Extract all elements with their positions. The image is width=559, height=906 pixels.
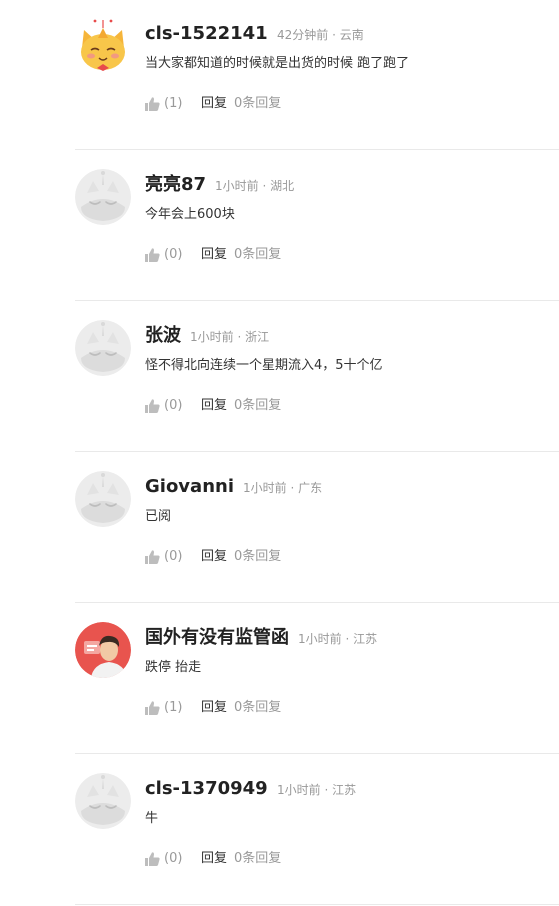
comment-time: 1小时前 [190, 330, 234, 344]
comment-item: 亮亮87 1小时前 · 湖北今年会上600块 (0) 回复 0条回复 [0, 151, 559, 302]
reply-count[interactable]: 0条回复 [234, 396, 281, 416]
comment-location: 湖北 [270, 179, 295, 193]
like-count: (0) [164, 398, 183, 413]
like-count: (0) [164, 549, 183, 564]
comment-content: 怪不得北向连续一个星期流入4，5十个亿 [145, 358, 383, 373]
meta-separator: · [328, 28, 340, 42]
comment-location: 云南 [339, 28, 364, 42]
comment-time: 1小时前 [243, 481, 287, 495]
comment-item: cls-1370949 1小时前 · 江苏牛 (0) 回复 0条回复 [0, 755, 559, 906]
default-avatar-icon [75, 169, 131, 225]
photo-avatar-icon [75, 622, 131, 678]
comment-meta: 1小时前 · 湖北 [215, 178, 294, 194]
thumbs-up-icon [145, 399, 160, 413]
cat-avatar-icon [75, 18, 131, 74]
reply-button[interactable]: 回复 [201, 245, 227, 265]
thumbs-up-icon [145, 97, 160, 111]
comment-time: 42分钟前 [277, 28, 329, 42]
like-count: (0) [164, 247, 183, 262]
divider [75, 300, 559, 301]
avatar[interactable] [75, 169, 131, 225]
comment-content: 今年会上600块 [145, 207, 235, 222]
username[interactable]: 国外有没有监管函 [145, 625, 289, 651]
meta-separator: · [233, 330, 246, 344]
comment-content: 已阅 [145, 509, 172, 524]
comment-item: 张波 1小时前 · 浙江怪不得北向连续一个星期流入4，5十个亿 (0) 回复 0条回复 [0, 302, 559, 453]
thumbs-up-icon [145, 852, 160, 866]
comment-meta: 1小时前 · 江苏 [298, 631, 377, 647]
thumbs-up-icon [145, 701, 160, 715]
meta-separator: · [286, 481, 299, 495]
comment-location: 广东 [298, 481, 323, 495]
reply-button[interactable]: 回复 [201, 698, 227, 718]
comment-item: cls-1522141 42分钟前 · 云南当大家都知道的时候就是出货的时候 跑了… [0, 0, 559, 151]
username[interactable]: Giovanni [145, 474, 234, 500]
comment-item: 国外有没有监管函 1小时前 · 江苏跌停 抬走 (1) 回复 0条回复 [0, 604, 559, 755]
comment-time: 1小时前 [215, 179, 259, 193]
comment-time: 1小时前 [277, 783, 321, 797]
avatar[interactable] [75, 18, 131, 74]
meta-separator: · [320, 783, 333, 797]
comment-time: 1小时前 [298, 632, 342, 646]
avatar[interactable] [75, 622, 131, 678]
reply-button[interactable]: 回复 [201, 94, 227, 114]
like-count: (1) [164, 700, 183, 715]
comment-meta: 42分钟前 · 云南 [277, 27, 364, 43]
reply-count[interactable]: 0条回复 [234, 698, 281, 718]
like-count: (0) [164, 851, 183, 866]
reply-button[interactable]: 回复 [201, 396, 227, 416]
comment-meta: 1小时前 · 广东 [243, 480, 322, 496]
comment-content: 跌停 抬走 [145, 660, 202, 675]
default-avatar-icon [75, 320, 131, 376]
comment-location: 江苏 [353, 632, 378, 646]
comment-meta: 1小时前 · 江苏 [277, 782, 356, 798]
avatar[interactable] [75, 773, 131, 829]
avatar[interactable] [75, 471, 131, 527]
comment-location: 浙江 [245, 330, 270, 344]
username[interactable]: cls-1370949 [145, 776, 268, 802]
comment-list: cls-1522141 42分钟前 · 云南当大家都知道的时候就是出货的时候 跑了… [0, 0, 559, 905]
comment-content: 牛 [145, 811, 159, 826]
reply-count[interactable]: 0条回复 [234, 245, 281, 265]
username[interactable]: 亮亮87 [145, 172, 206, 198]
divider [75, 149, 559, 150]
comment-location: 江苏 [332, 783, 357, 797]
thumbs-up-icon [145, 248, 160, 262]
username[interactable]: 张波 [145, 323, 181, 349]
reply-count[interactable]: 0条回复 [234, 94, 281, 114]
thumbs-up-icon [145, 550, 160, 564]
comment-item: Giovanni 1小时前 · 广东已阅 (0) 回复 0条回复 [0, 453, 559, 604]
divider [75, 602, 559, 603]
reply-button[interactable]: 回复 [201, 849, 227, 869]
like-count: (1) [164, 96, 183, 111]
divider [75, 904, 559, 905]
avatar[interactable] [75, 320, 131, 376]
default-avatar-icon [75, 773, 131, 829]
reply-count[interactable]: 0条回复 [234, 849, 281, 869]
reply-count[interactable]: 0条回复 [234, 547, 281, 567]
comment-content: 当大家都知道的时候就是出货的时候 跑了跑了 [145, 56, 410, 71]
username[interactable]: cls-1522141 [145, 21, 268, 47]
reply-button[interactable]: 回复 [201, 547, 227, 567]
meta-separator: · [258, 179, 271, 193]
comment-meta: 1小时前 · 浙江 [190, 329, 269, 345]
divider [75, 753, 559, 754]
meta-separator: · [341, 632, 354, 646]
divider [75, 451, 559, 452]
default-avatar-icon [75, 471, 131, 527]
